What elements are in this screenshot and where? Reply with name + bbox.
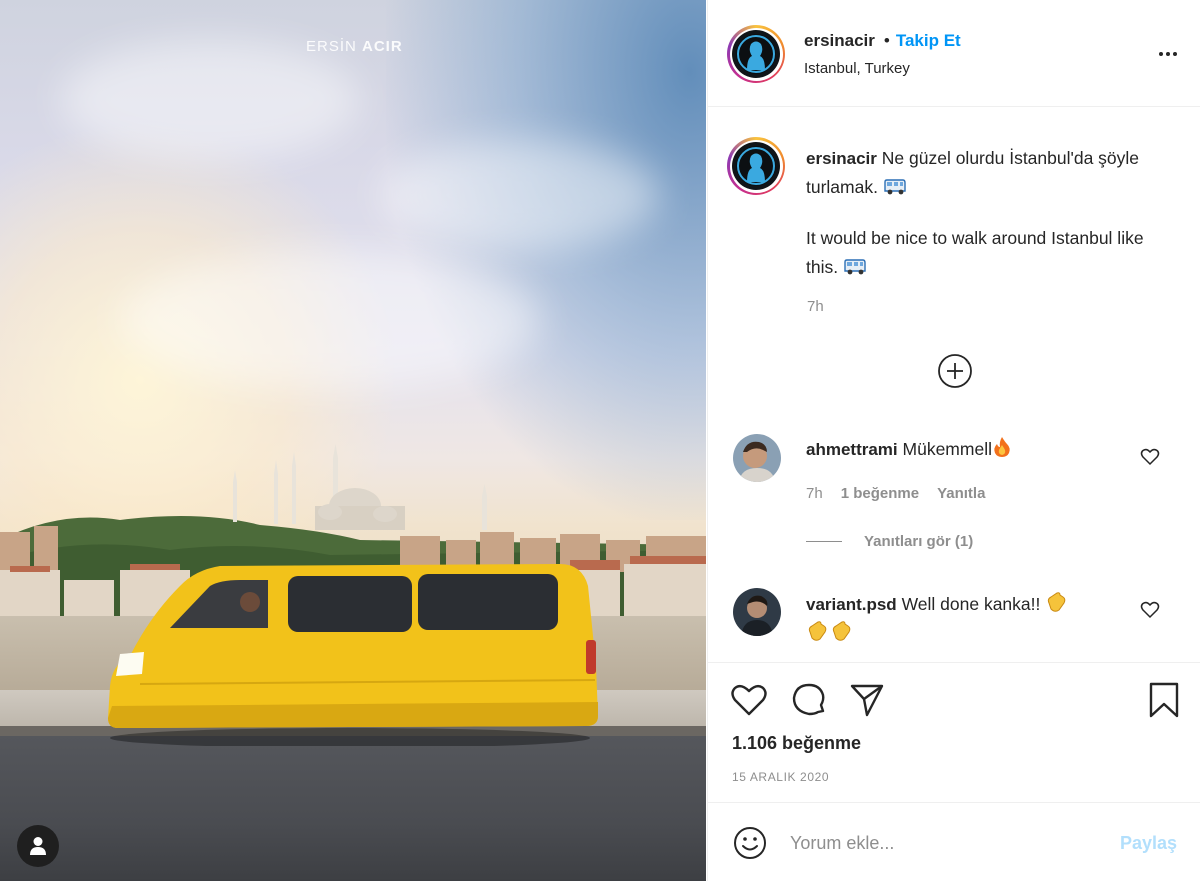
- commenter-avatar[interactable]: [733, 588, 781, 636]
- more-dots-icon[interactable]: [1156, 44, 1180, 64]
- post-comment-button[interactable]: Paylaş: [1120, 833, 1177, 854]
- comment-likes[interactable]: 1 beğenme: [841, 485, 919, 502]
- fire-emoji: [994, 437, 1010, 457]
- post-location[interactable]: Istanbul, Turkey: [804, 60, 910, 77]
- view-replies-button[interactable]: Yanıtları gör (1): [806, 533, 973, 550]
- post-header: ersinacir • Takip Et Istanbul, Turkey: [708, 0, 1200, 107]
- post-photo[interactable]: ERSİN ACIR: [0, 0, 706, 881]
- author-avatar[interactable]: [727, 25, 785, 83]
- header-username[interactable]: ersinacir: [804, 31, 875, 51]
- bookmark-icon[interactable]: [1145, 681, 1183, 719]
- photo-watermark: ERSİN ACIR: [306, 38, 403, 55]
- like-count[interactable]: 1.106 beğenme: [732, 733, 861, 754]
- avatar-photo: [733, 434, 781, 482]
- road: [0, 736, 706, 881]
- caption-paragraph-en: It would be nice to walk around Istanbul…: [806, 224, 1166, 282]
- comment-icon[interactable]: [790, 681, 828, 719]
- comment-body: ahmettrami Mükemmell: [806, 435, 1136, 464]
- plus-circle-icon[interactable]: [937, 353, 973, 389]
- avatar-silhouette-icon: [736, 34, 776, 74]
- van-emoji: [884, 179, 906, 195]
- caption-paragraph-tr: ersinacir Ne güzel olurdu İstanbul'da şö…: [806, 144, 1166, 202]
- yellow-van: [108, 564, 598, 746]
- replies-divider: [806, 541, 842, 542]
- comment-composer: Paylaş: [708, 802, 1200, 881]
- commenter-avatar[interactable]: [733, 434, 781, 482]
- clapping-hands-emoji: [1048, 592, 1066, 612]
- view-replies-label: Yanıtları gör (1): [864, 533, 974, 550]
- caption-timestamp: 7h: [807, 298, 824, 315]
- post-caption: ersinacir Ne güzel olurdu İstanbul'da şö…: [806, 144, 1166, 282]
- post-date: 15 ARALIK 2020: [732, 770, 830, 784]
- cloud: [60, 40, 360, 160]
- heart-icon[interactable]: [1140, 447, 1160, 467]
- user-icon: [30, 837, 46, 855]
- comment-username[interactable]: variant.psd: [806, 595, 897, 614]
- avatar-photo: [733, 588, 781, 636]
- post-actions: 1.106 beğenme 15 ARALIK 2020: [708, 662, 1200, 802]
- smiley-icon[interactable]: [732, 825, 768, 861]
- reply-button[interactable]: Yanıtla: [937, 485, 985, 502]
- caption-avatar[interactable]: [727, 137, 785, 195]
- heart-icon[interactable]: [730, 681, 768, 719]
- clapping-hands-emoji: [808, 621, 827, 641]
- comment-meta: 7h 1 beğenme Yanıtla: [806, 485, 985, 502]
- header-user-line: ersinacir • Takip Et: [804, 31, 961, 51]
- send-icon[interactable]: [848, 681, 886, 719]
- clapping-hands-emoji: [832, 621, 851, 641]
- post-details-panel: ersinacir • Takip Et Istanbul, Turkey er…: [707, 0, 1200, 881]
- comment-username[interactable]: ahmettrami: [806, 440, 898, 459]
- header-separator: •: [883, 31, 890, 50]
- van-emoji: [844, 259, 866, 275]
- comment-body: variant.psd Well done kanka!!: [806, 590, 1136, 647]
- avatar-silhouette-icon: [736, 146, 776, 186]
- comment-text: Well done kanka!!: [901, 594, 1041, 614]
- tagged-users-button[interactable]: [17, 825, 59, 867]
- cloud: [120, 250, 540, 390]
- caption-username[interactable]: ersinacir: [806, 149, 877, 168]
- follow-button[interactable]: Takip Et: [896, 31, 961, 51]
- comment-text: Mükemmell: [902, 439, 992, 459]
- heart-icon[interactable]: [1140, 600, 1160, 620]
- cloud: [380, 140, 660, 250]
- comment-input[interactable]: [790, 827, 1100, 859]
- comment-time: 7h: [806, 485, 823, 502]
